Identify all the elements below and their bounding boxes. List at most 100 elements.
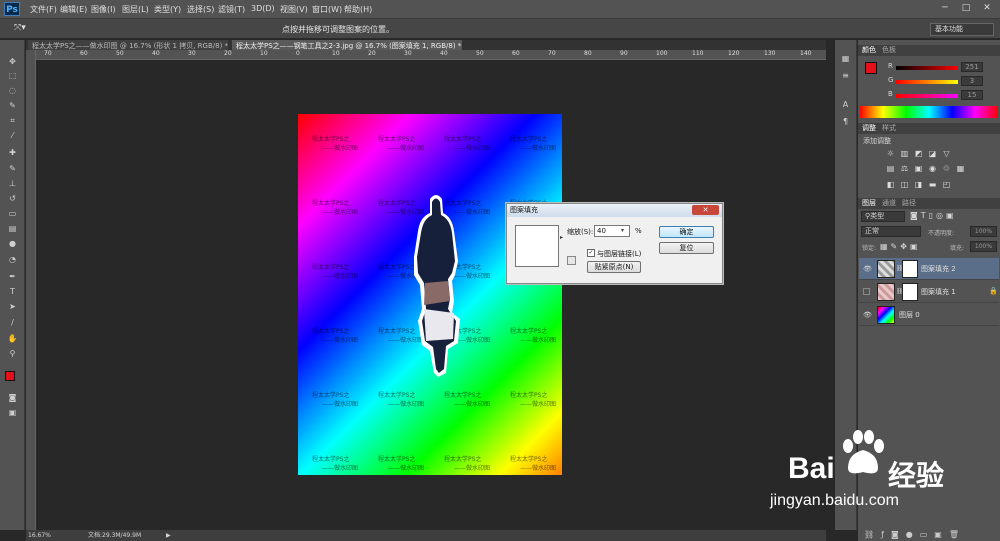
fill-input[interactable]: 100% <box>970 241 997 252</box>
eyedropper-icon[interactable]: ⁄ <box>7 131 18 140</box>
red-slider[interactable] <box>896 66 958 70</box>
history-brush-icon[interactable]: ↺ <box>7 194 18 203</box>
move-tool-icon[interactable]: ⤧▾ <box>14 23 26 33</box>
zoom-icon[interactable]: ⚲ <box>7 349 18 358</box>
gradient-map-icon[interactable]: ▬ <box>928 181 937 189</box>
selective-color-icon[interactable]: ◰ <box>942 181 951 189</box>
brush-icon[interactable]: ✎ <box>7 164 18 173</box>
blend-mode-select[interactable]: 正常 <box>861 226 921 237</box>
layer-row[interactable]: ⛓ 图案填充 1 🔒 <box>859 281 999 303</box>
tab-paths[interactable]: 路径 <box>902 198 916 209</box>
color-balance-icon[interactable]: ⚖ <box>900 165 909 173</box>
layer-mask[interactable] <box>902 260 918 278</box>
black-white-icon[interactable]: ▣ <box>914 165 923 173</box>
paragraph-icon[interactable]: ¶ <box>840 117 851 126</box>
posterize-icon[interactable]: ◫ <box>900 181 909 189</box>
color-lookup-icon[interactable]: ▦ <box>956 165 965 173</box>
close-window-button[interactable]: ✕ <box>976 0 998 17</box>
history-icon[interactable]: ▦ <box>840 54 851 63</box>
scale-dropdown-icon[interactable]: ▾ <box>621 227 624 234</box>
layer-filter-select[interactable]: ⚲类型 <box>861 211 905 222</box>
snap-origin-button[interactable]: 贴紧原点(N) <box>587 261 641 273</box>
menu-3d[interactable]: 3D(D) <box>251 4 275 13</box>
properties-icon[interactable]: ≡ <box>840 71 851 80</box>
threshold-icon[interactable]: ◨ <box>914 181 923 189</box>
path-select-icon[interactable]: ➤ <box>7 302 18 311</box>
green-value[interactable]: 3 <box>961 76 983 86</box>
status-arrow-icon[interactable]: ▶ <box>166 530 171 541</box>
pattern-dropdown-icon[interactable]: ▸ <box>560 234 563 241</box>
screen-mode-icon[interactable]: ▣ <box>7 408 18 417</box>
lock-icons[interactable]: ▦✎✥▣ <box>880 242 921 251</box>
menu-type[interactable]: 类型(Y) <box>154 4 181 15</box>
blur-icon[interactable]: ● <box>7 239 18 248</box>
hand-icon[interactable]: ✋ <box>7 334 18 343</box>
foreground-color-swatch[interactable] <box>5 371 15 381</box>
crop-icon[interactable]: ⌗ <box>7 116 18 125</box>
scale-input[interactable]: 40 <box>594 225 630 237</box>
brightness-icon[interactable]: ☼ <box>886 150 895 158</box>
eye-icon[interactable]: 👁 <box>863 265 872 273</box>
layer-name[interactable]: 图案填充 2 <box>921 264 956 274</box>
quick-mask-icon[interactable]: ◙ <box>7 393 18 402</box>
tab-color[interactable]: 颜色 <box>862 45 876 56</box>
quick-select-icon[interactable]: ✎ <box>7 101 18 110</box>
invert-icon[interactable]: ◧ <box>886 181 895 189</box>
menu-layer[interactable]: 图层(L) <box>122 4 149 15</box>
photo-filter-icon[interactable]: ◉ <box>928 165 937 173</box>
move-icon[interactable]: ✥ <box>7 57 18 66</box>
gradient-icon[interactable]: ▤ <box>7 224 18 233</box>
menu-image[interactable]: 图像(I) <box>91 4 116 15</box>
pattern-preview[interactable] <box>515 225 559 267</box>
visibility-off-icon[interactable] <box>863 288 870 295</box>
layer-name[interactable]: 图案填充 1 <box>921 287 956 297</box>
eye-icon[interactable]: 👁 <box>863 311 872 319</box>
menu-edit[interactable]: 编辑(E) <box>60 4 87 15</box>
opacity-input[interactable]: 100% <box>970 226 997 237</box>
new-preset-icon[interactable] <box>567 256 576 265</box>
dodge-icon[interactable]: ◔ <box>7 255 18 264</box>
clone-stamp-icon[interactable]: ⊥ <box>7 179 18 188</box>
menu-window[interactable]: 窗口(W) <box>312 4 342 15</box>
maximize-button[interactable]: □ <box>955 0 977 17</box>
tab-swatches[interactable]: 色板 <box>882 45 896 56</box>
link-checkbox[interactable]: ✓ <box>587 249 595 257</box>
menu-view[interactable]: 视图(V) <box>280 4 308 15</box>
filter-icons[interactable]: ◙T▯◎▣ <box>910 211 957 220</box>
tab-styles[interactable]: 样式 <box>882 123 896 134</box>
tab-adjustments[interactable]: 调整 <box>862 123 876 134</box>
layer-name[interactable]: 图层 0 <box>899 310 920 320</box>
tab-layers[interactable]: 图层 <box>862 198 876 209</box>
eraser-icon[interactable]: ▭ <box>7 209 18 218</box>
blue-slider[interactable] <box>896 94 958 98</box>
minimize-button[interactable]: ─ <box>934 0 956 17</box>
healing-brush-icon[interactable]: ✚ <box>7 148 18 157</box>
tab-channels[interactable]: 通道 <box>882 198 896 209</box>
pen-icon[interactable]: ✒ <box>7 272 18 281</box>
layer-mask[interactable] <box>902 283 918 301</box>
layer-footer-icons[interactable]: ⛓ƒ◙●▭▣🗑 <box>864 530 966 539</box>
curves-icon[interactable]: ◩ <box>914 150 923 158</box>
blue-value[interactable]: 15 <box>961 90 983 100</box>
vibrance-icon[interactable]: ▽ <box>942 150 951 158</box>
green-slider[interactable] <box>896 80 958 84</box>
layer-row[interactable]: 👁 ⛓ 图案填充 2 <box>859 258 999 280</box>
character-icon[interactable]: A <box>840 100 851 109</box>
channel-mixer-icon[interactable]: ♲ <box>942 165 951 173</box>
red-value[interactable]: 251 <box>961 62 983 72</box>
layer-row[interactable]: 👁 图层 0 <box>859 304 999 326</box>
line-icon[interactable]: / <box>7 318 18 327</box>
menu-help[interactable]: 帮助(H) <box>344 4 372 15</box>
exposure-icon[interactable]: ◪ <box>928 150 937 158</box>
menu-file[interactable]: 文件(F) <box>30 4 57 15</box>
zoom-level[interactable]: 16.67% <box>28 530 51 541</box>
ok-button[interactable]: 确定 <box>659 226 714 238</box>
marquee-icon[interactable]: ⬚ <box>7 71 18 80</box>
type-icon[interactable]: T <box>7 287 18 296</box>
dialog-close-icon[interactable]: ✕ <box>692 205 719 215</box>
lasso-icon[interactable]: ◌ <box>7 86 18 95</box>
menu-select[interactable]: 选择(S) <box>187 4 214 15</box>
hue-sat-icon[interactable]: ▤ <box>886 165 895 173</box>
reset-button[interactable]: 复位 <box>659 242 714 254</box>
levels-icon[interactable]: ▥ <box>900 150 909 158</box>
